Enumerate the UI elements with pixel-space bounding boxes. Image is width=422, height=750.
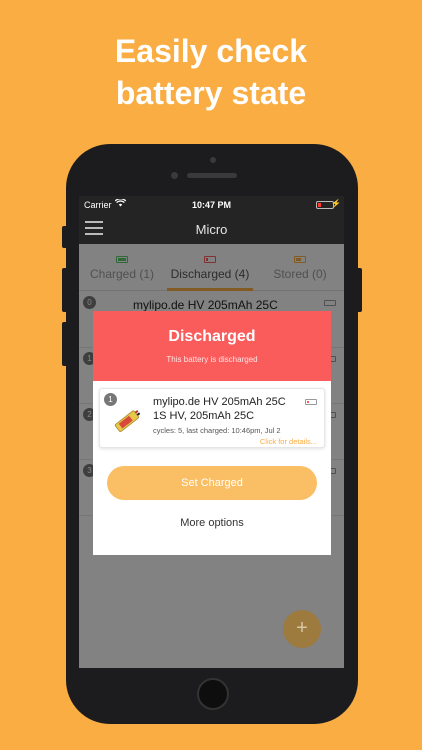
camera-dot bbox=[210, 157, 216, 163]
headline: Easily check battery state bbox=[0, 30, 422, 114]
more-options-button[interactable]: More options bbox=[93, 517, 331, 529]
battery-empty-icon bbox=[305, 399, 317, 405]
card-title: mylipo.de HV 205mAh 25C bbox=[153, 396, 286, 408]
details-link[interactable]: Click for details... bbox=[260, 437, 317, 446]
add-battery-button[interactable]: + bbox=[283, 610, 321, 648]
volume-up-button bbox=[62, 268, 66, 312]
dialog-subtitle: This battery is discharged bbox=[166, 355, 258, 364]
headline-line-1: Easily check bbox=[114, 33, 308, 69]
power-button bbox=[358, 268, 362, 312]
nav-title: Micro bbox=[195, 222, 228, 237]
headline-line-2: battery state bbox=[115, 75, 307, 111]
volume-down-button bbox=[62, 322, 66, 366]
earpiece-speaker bbox=[187, 173, 237, 178]
charging-bolt-icon: ⚡ bbox=[331, 199, 341, 208]
dialog-header: Discharged This battery is discharged bbox=[93, 311, 331, 381]
home-button[interactable] bbox=[197, 678, 229, 710]
mute-switch bbox=[62, 226, 66, 248]
card-meta: cycles: 5, last charged: 10:46pm, Jul 2 bbox=[153, 426, 281, 435]
phone-frame: Carrier 10:47 PM ⚡ Micro Charged (1) Dis… bbox=[62, 144, 362, 724]
status-time: 10:47 PM bbox=[191, 200, 232, 210]
front-camera bbox=[171, 172, 178, 179]
lipo-battery-icon bbox=[110, 403, 146, 439]
status-bar: Carrier 10:47 PM ⚡ bbox=[79, 196, 344, 214]
card-subtitle: 1S HV, 205mAh 25C bbox=[153, 410, 255, 422]
set-charged-button[interactable]: Set Charged bbox=[107, 466, 317, 500]
nav-bar: Micro bbox=[79, 214, 344, 244]
battery-state-dialog: Discharged This battery is discharged 1 bbox=[93, 311, 331, 555]
dialog-title: Discharged bbox=[168, 328, 256, 345]
app-screen: Carrier 10:47 PM ⚡ Micro Charged (1) Dis… bbox=[79, 196, 344, 668]
battery-card[interactable]: 1 mylipo.de HV 205mAh 25C 1S HV, 205mAh … bbox=[99, 388, 325, 448]
plus-icon: + bbox=[296, 617, 308, 639]
